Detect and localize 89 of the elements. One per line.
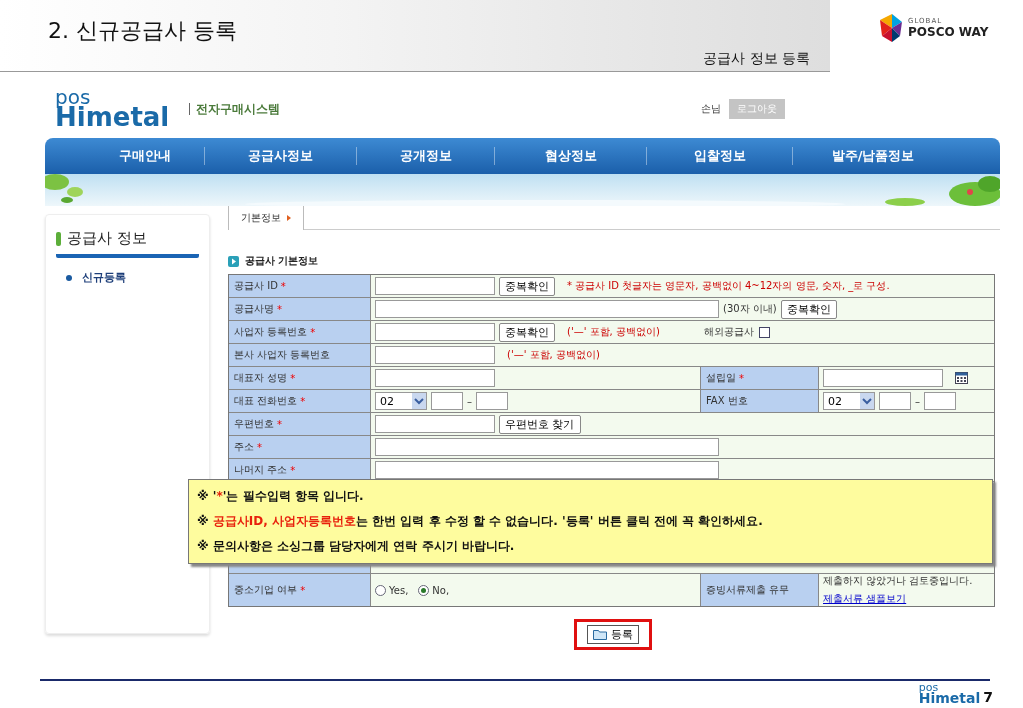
- required-mark: *: [300, 584, 306, 596]
- nav-item[interactable]: 입찰정보: [647, 147, 793, 165]
- hint-text: ('—' 포함, 공백없이): [507, 348, 600, 362]
- field-label: 나머지 주소: [234, 463, 288, 477]
- logo-text: Himetal: [918, 692, 981, 705]
- chevron-down-icon: [412, 393, 426, 409]
- field-label: 대표자 성명: [234, 371, 288, 385]
- page-number: 7: [983, 689, 993, 705]
- brand-logo-icon: [878, 14, 904, 42]
- play-icon: [228, 255, 239, 267]
- input-field[interactable]: [375, 277, 495, 295]
- slide-subtitle: 공급사 정보 등록: [703, 50, 810, 68]
- required-mark: *: [290, 372, 296, 384]
- tab[interactable]: 기본정보: [228, 206, 304, 230]
- required-mark: *: [277, 303, 282, 315]
- calendar-icon[interactable]: [955, 372, 968, 384]
- notice-text: ※ 공급사ID, 사업자등록번호는 한번 입력 후 수정 할 수 없습니다. '등록' 버튼 클릭 전에 꼭 확인하세요.: [197, 513, 764, 530]
- info-text: (30자 이내): [723, 302, 777, 316]
- input-field[interactable]: [924, 392, 956, 410]
- input-field[interactable]: [476, 392, 508, 410]
- select-field[interactable]: 02: [375, 392, 427, 410]
- check-button[interactable]: 중복확인: [499, 322, 555, 342]
- required-mark: *: [310, 326, 316, 338]
- required-mark: *: [257, 441, 262, 453]
- field-label: 중소기업 여부: [234, 583, 298, 597]
- user-name: 손님: [701, 102, 721, 116]
- input-field[interactable]: [431, 392, 463, 410]
- sidebar-item[interactable]: 신규등록: [66, 270, 199, 285]
- field-label: 우편번호: [234, 417, 274, 431]
- dash-text: –: [915, 395, 920, 407]
- chevron-down-icon: [860, 393, 874, 409]
- radio-button[interactable]: [375, 584, 386, 596]
- input-field[interactable]: [879, 392, 911, 410]
- logo-text: Himetal: [55, 106, 170, 130]
- nav-item[interactable]: 발주/납품정보: [793, 147, 953, 165]
- field-label: 본사 사업자 등록번호: [234, 348, 331, 362]
- hint-text: * 공급사 ID 첫글자는 영문자, 공백없이 4~12자의 영문, 숫자, _로 구성.: [567, 279, 890, 293]
- radio-label: No,: [432, 584, 450, 596]
- notice-text: ※ '*'는 필수입력 항목 입니다.: [197, 488, 365, 505]
- required-mark: *: [739, 372, 744, 384]
- required-mark: *: [277, 418, 282, 430]
- folder-icon: [593, 629, 607, 640]
- brand-name: POSCO WAY: [908, 25, 989, 39]
- required-mark: *: [280, 280, 286, 292]
- logo-text: pos: [918, 682, 939, 693]
- bullet-bar-icon: [56, 231, 61, 246]
- required-mark: *: [300, 395, 306, 407]
- notice-text: ※ 문의사항은 소싱그룹 담당자에게 연락 주시기 바랍니다.: [197, 538, 516, 555]
- check-button[interactable]: 중복확인: [780, 299, 837, 319]
- checkbox-label: 해외공급사: [703, 325, 754, 339]
- system-name: 전자구매시스템: [189, 103, 281, 115]
- input-field[interactable]: [375, 346, 495, 364]
- bullet-icon: [66, 274, 72, 281]
- radio-button[interactable]: [418, 584, 430, 596]
- field-label: 설립일: [706, 371, 736, 385]
- input-field[interactable]: [823, 369, 943, 387]
- field-label: 사업자 등록번호: [234, 325, 308, 339]
- input-field[interactable]: [375, 369, 495, 387]
- field-label: 주소: [234, 440, 254, 454]
- input-field[interactable]: [375, 323, 495, 341]
- nav-item[interactable]: 협상정보: [495, 147, 647, 165]
- slide-title: 2. 신규공급사 등록: [48, 17, 237, 45]
- input-field[interactable]: [375, 300, 719, 318]
- nav-item[interactable]: 공급사정보: [205, 147, 357, 165]
- field-label: 증빙서류제출 유무: [706, 583, 790, 597]
- checkbox[interactable]: [758, 326, 770, 338]
- info-text: 제출하지 않았거나 검토중입니다.: [823, 574, 973, 588]
- select-field[interactable]: 02: [823, 392, 875, 410]
- field-label: 공급사명: [234, 302, 274, 316]
- field-label: 대표 전화번호: [234, 394, 298, 408]
- required-mark: *: [290, 464, 296, 476]
- caret-icon: [287, 215, 291, 221]
- nav-item[interactable]: 구매안내: [85, 147, 205, 165]
- sidebar-title: 공급사 정보: [67, 229, 147, 248]
- radio-label: Yes,: [389, 584, 409, 596]
- hint-text: ('—' 포함, 공백없이): [567, 325, 660, 339]
- field-label: FAX 번호: [706, 394, 748, 408]
- check-button[interactable]: 중복확인: [499, 276, 555, 296]
- input-field[interactable]: [375, 438, 719, 456]
- check-button[interactable]: 우편번호 찾기: [499, 414, 581, 434]
- input-field[interactable]: [375, 415, 495, 433]
- input-field[interactable]: [375, 461, 719, 479]
- register-button[interactable]: 등록: [587, 625, 639, 644]
- sample-link[interactable]: 제출서류 샘플보기: [823, 592, 907, 606]
- dash-text: –: [467, 395, 472, 407]
- field-label: 공급사 ID: [234, 279, 278, 293]
- logo-text: pos: [55, 88, 91, 107]
- section-title: 공급사 기본정보: [245, 254, 319, 268]
- nav-item[interactable]: 공개정보: [357, 147, 495, 165]
